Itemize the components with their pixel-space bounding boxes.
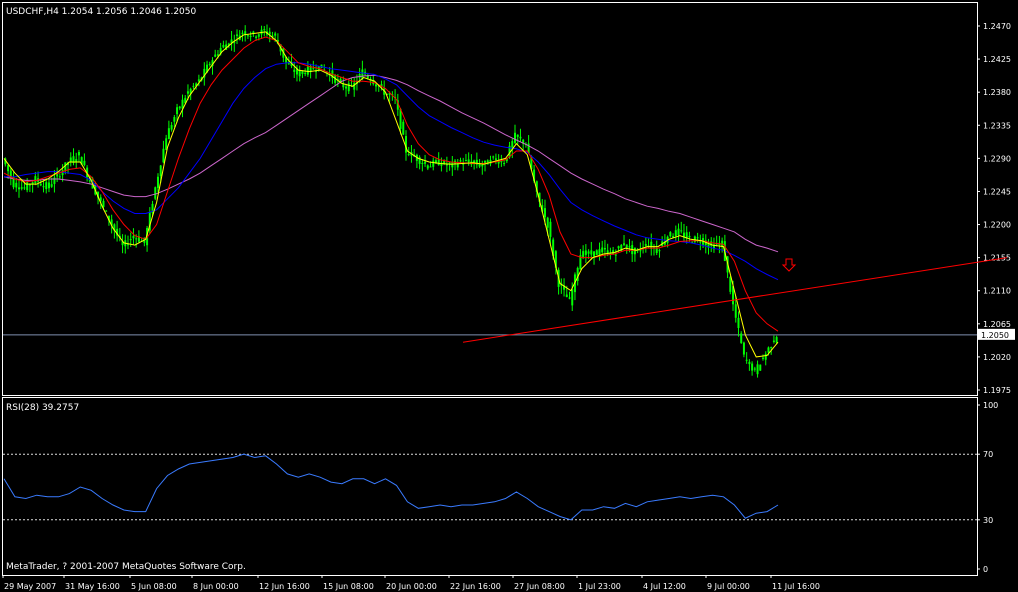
rsi-header: RSI(28) 39.2757 bbox=[6, 403, 79, 413]
time-tick-label: 29 May 2007 bbox=[4, 582, 56, 591]
time-tick-label: 5 Jun 08:00 bbox=[131, 582, 177, 591]
current-price-label: 1.2050 bbox=[981, 331, 1009, 340]
price-tick-label: 1.2380 bbox=[983, 88, 1011, 97]
rsi-tick-label: 70 bbox=[983, 450, 993, 459]
time-tick-label: 20 Jun 00:00 bbox=[386, 582, 437, 591]
time-tick-label: 22 Jun 16:00 bbox=[450, 582, 501, 591]
price-tick-label: 1.2245 bbox=[983, 187, 1011, 196]
chart-background bbox=[0, 0, 1018, 592]
time-tick-label: 12 Jun 16:00 bbox=[259, 582, 310, 591]
time-tick-label: 15 Jun 08:00 bbox=[323, 582, 374, 591]
time-tick-label: 1 Jul 23:00 bbox=[578, 582, 621, 591]
price-tick-label: 1.1975 bbox=[983, 386, 1011, 395]
candle bbox=[154, 186, 157, 201]
time-tick-label: 9 Jul 00:00 bbox=[707, 582, 750, 591]
price-tick-label: 1.2020 bbox=[983, 353, 1011, 362]
rsi-tick-label: 100 bbox=[983, 401, 998, 410]
time-tick-label: 8 Jun 00:00 bbox=[193, 582, 239, 591]
candle bbox=[402, 119, 405, 136]
price-tick-label: 1.2065 bbox=[983, 320, 1011, 329]
price-tick-label: 1.2290 bbox=[983, 154, 1011, 163]
chart-canvas: 1.2470 1.2425 1.2380 1.2335 1.2290 1.2245 1.22… bbox=[0, 0, 1018, 592]
price-tick-label: 1.2425 bbox=[983, 55, 1011, 64]
price-tick-label: 1.2470 bbox=[983, 22, 1011, 31]
time-tick-label: 11 Jul 16:00 bbox=[772, 582, 820, 591]
rsi-tick-label: 30 bbox=[983, 516, 993, 525]
time-tick-label: 27 Jun 08:00 bbox=[514, 582, 565, 591]
symbol-header: USDCHF,H4 1.2054 1.2056 1.2046 1.2050 bbox=[6, 7, 196, 17]
time-tick-label: 4 Jul 12:00 bbox=[643, 582, 686, 591]
price-tick-label: 1.2110 bbox=[983, 287, 1011, 296]
price-tick-label: 1.2335 bbox=[983, 121, 1011, 130]
copyright-text: MetaTrader, ? 2001-2007 MetaQuotes Softw… bbox=[6, 562, 246, 572]
candle bbox=[759, 364, 762, 371]
price-tick-label: 1.2200 bbox=[983, 221, 1011, 230]
rsi-tick-label: 0 bbox=[983, 565, 988, 574]
time-tick-label: 31 May 16:00 bbox=[65, 582, 120, 591]
